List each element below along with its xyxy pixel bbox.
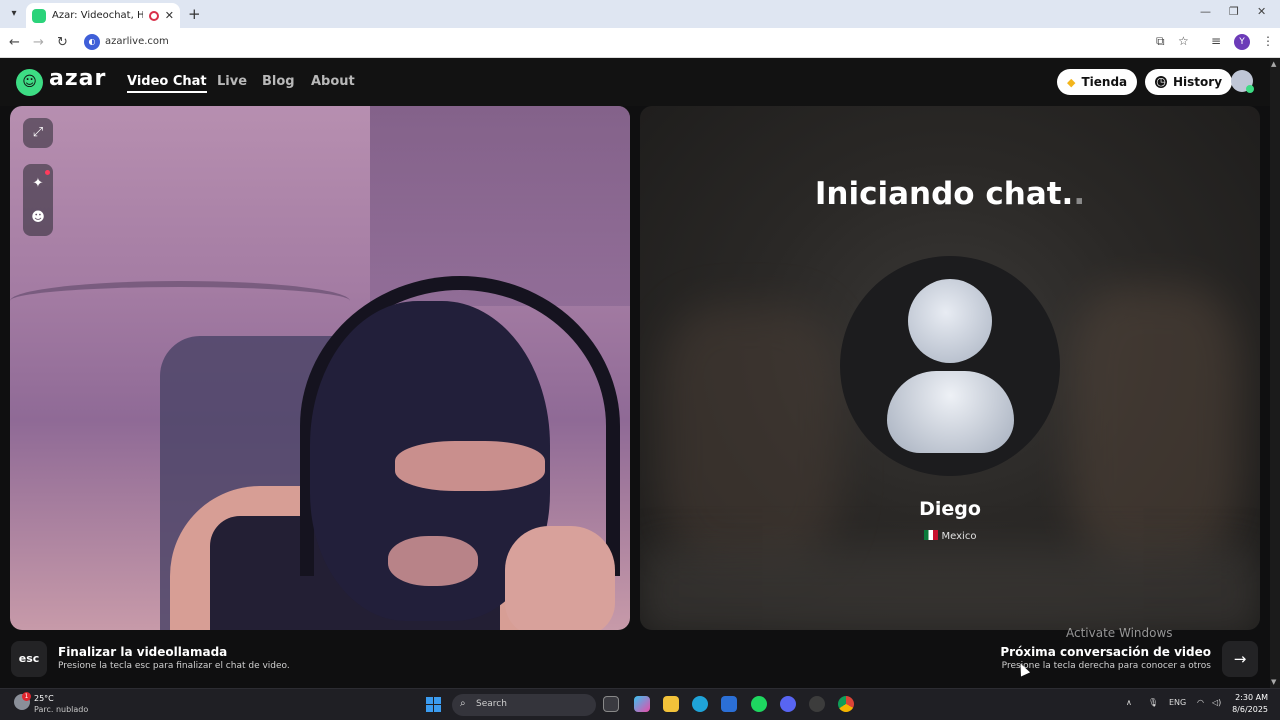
self-video-panel: ⤢ ✦ ☻ (10, 106, 630, 630)
taskbar-search-placeholder: Search (476, 699, 507, 709)
tray-overflow-icon[interactable]: ∧ (1126, 698, 1132, 707)
history-label: History (1173, 75, 1223, 89)
chrome-icon[interactable] (838, 696, 854, 712)
connecting-status: Iniciando chat.. (640, 176, 1260, 212)
mexico-flag-icon (923, 530, 938, 540)
nav-video-chat[interactable]: Video Chat (127, 74, 207, 93)
azar-favicon-icon (32, 8, 46, 23)
azar-logo-text[interactable]: azar (49, 66, 106, 91)
file-explorer-icon[interactable] (663, 696, 679, 712)
browser-profile-avatar[interactable]: Y (1234, 34, 1250, 50)
blurred-background-right (1070, 286, 1240, 566)
camera-tools-group: ✦ ☻ (23, 164, 53, 236)
azar-logo-icon[interactable]: ☺ (16, 69, 43, 96)
default-avatar-head-icon (908, 279, 992, 363)
person-hand (505, 526, 615, 630)
recording-icon (148, 10, 159, 21)
discord-icon[interactable] (780, 696, 796, 712)
next-chat-title: Próxima conversación de video (1000, 645, 1211, 659)
expand-icon[interactable]: ⤢ (23, 118, 53, 148)
balaclava-mouth-opening (388, 536, 478, 586)
window-close-icon[interactable]: ✕ (1257, 5, 1266, 18)
browser-address-bar: ← → ↻ ◐ azarlive.com ⧉ ☆ ≡ ⋮ (0, 28, 1280, 58)
tab-search-menu-icon[interactable]: ▾ (6, 6, 22, 22)
media-controls-icon[interactable]: ≡ (1211, 34, 1221, 48)
end-call-title: Finalizar la videollamada (58, 645, 228, 659)
microphone-icon[interactable]: 🎙 (1148, 698, 1158, 707)
windows-start-icon[interactable] (426, 697, 441, 712)
forward-icon[interactable]: → (33, 35, 44, 50)
next-chat-subtitle: Presione la tecla derecha para conocer a… (1001, 661, 1211, 671)
reload-icon[interactable]: ↻ (57, 35, 68, 50)
scroll-down-icon[interactable]: ▼ (1271, 678, 1276, 686)
clock-icon: ◷ (1155, 75, 1167, 88)
weather-temperature[interactable]: 25°C (34, 694, 54, 703)
minimize-icon[interactable]: — (1200, 5, 1211, 18)
nav-live[interactable]: Live (217, 74, 247, 89)
browser-tab[interactable]: Azar: Videochat, Haz nuevo ✕ (26, 3, 180, 28)
url-field[interactable]: azarlive.com (105, 36, 169, 47)
install-app-icon[interactable]: ⧉ (1156, 34, 1165, 49)
windows-taskbar: 1 25°C Parc. nublado ⌕ Search ∧ 🎙 ENG ◠ … (0, 688, 1280, 720)
activate-windows-watermark: Activate Windows (1066, 626, 1173, 640)
new-tab-icon[interactable]: + (188, 5, 201, 23)
obs-icon[interactable] (809, 696, 825, 712)
sparkle-effects-icon[interactable]: ✦ (23, 176, 53, 191)
back-icon[interactable]: ← (9, 35, 20, 50)
nav-about[interactable]: About (311, 74, 355, 89)
end-call-subtitle: Presione la tecla esc para finalizar el … (58, 661, 290, 671)
search-icon: ⌕ (460, 698, 466, 709)
peer-country: Mexico (640, 530, 1260, 542)
taskbar-date[interactable]: 8/6/2025 (1230, 705, 1268, 714)
store-button[interactable]: ◆ Tienda (1057, 69, 1138, 95)
copilot-icon[interactable] (634, 696, 650, 712)
bookmark-star-icon[interactable]: ☆ (1178, 34, 1189, 48)
balaclava-eye-opening (395, 441, 545, 491)
online-status-icon (1246, 85, 1254, 93)
edge-browser-icon[interactable] (692, 696, 708, 712)
end-call-button[interactable]: esc (11, 641, 47, 677)
scroll-up-icon[interactable]: ▲ (1271, 60, 1276, 68)
default-avatar-body-icon (887, 371, 1014, 453)
blurred-background-left (660, 306, 840, 566)
nav-blog[interactable]: Blog (262, 74, 295, 89)
tab-close-icon[interactable]: ✕ (165, 9, 174, 22)
face-sticker-icon[interactable]: ☻ (23, 210, 53, 225)
maximize-icon[interactable]: ❐ (1229, 5, 1239, 18)
volume-icon[interactable]: ◁) (1212, 698, 1221, 707)
next-chat-button[interactable]: → (1222, 641, 1258, 677)
connecting-status-dots: . (1073, 176, 1086, 212)
page-scrollbar[interactable]: ▲ ▼ (1270, 58, 1280, 688)
wifi-icon[interactable]: ◠ (1197, 698, 1204, 707)
browser-menu-icon[interactable]: ⋮ (1262, 34, 1274, 48)
background-building (370, 106, 630, 306)
connecting-status-text: Iniciando chat. (814, 176, 1074, 212)
gem-icon: ◆ (1067, 75, 1076, 89)
background-bridge (10, 281, 350, 321)
task-view-icon[interactable] (603, 696, 619, 712)
browser-tab-bar: ▾ Azar: Videochat, Haz nuevo ✕ + — ❐ ✕ (0, 0, 1280, 28)
microsoft-store-icon[interactable] (721, 696, 737, 712)
spotify-icon[interactable] (751, 696, 767, 712)
peer-country-label: Mexico (941, 531, 977, 542)
history-button[interactable]: ◷ History (1145, 69, 1233, 95)
peer-video-panel: Iniciando chat.. Diego Mexico (640, 106, 1260, 630)
taskbar-time[interactable]: 2:30 AM (1234, 693, 1268, 702)
new-indicator-dot (45, 170, 50, 175)
peer-name: Diego (919, 498, 981, 520)
arrow-right-icon: → (1233, 650, 1247, 668)
store-label: Tienda (1081, 75, 1128, 89)
tab-title: Azar: Videochat, Haz nuevo (52, 10, 143, 21)
site-info-icon[interactable]: ◐ (84, 34, 100, 50)
blurred-background-bottom (640, 546, 1260, 630)
weather-condition[interactable]: Parc. nublado (34, 705, 88, 714)
weather-alert-badge: 1 (22, 692, 31, 701)
language-indicator[interactable]: ENG (1169, 698, 1186, 707)
taskbar-search[interactable]: ⌕ Search (452, 694, 596, 716)
app-header: ☺ azar Video Chat Live Blog About ◆ Tien… (0, 58, 1270, 106)
